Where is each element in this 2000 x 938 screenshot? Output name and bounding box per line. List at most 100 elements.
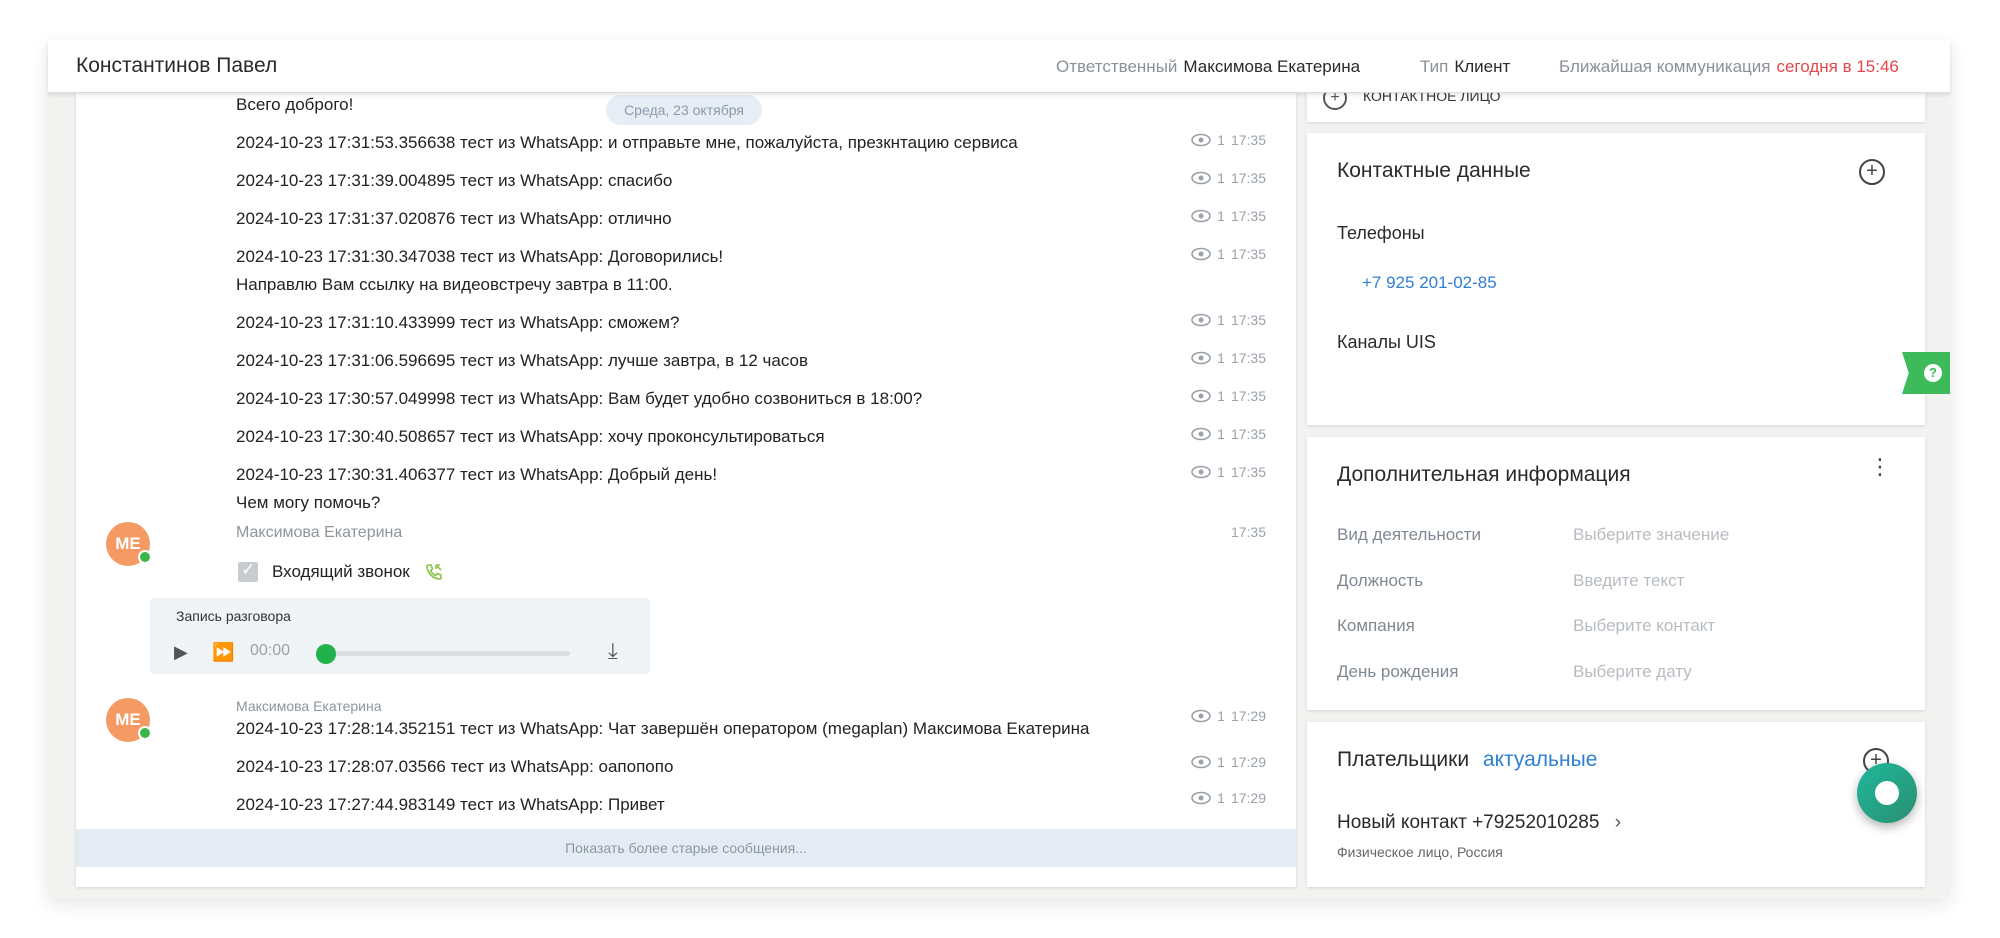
view-count: 1 [1217, 312, 1225, 328]
contact-data-card: Контактные данные + Телефоны +7 925 201-… [1307, 133, 1925, 425]
seek-track[interactable] [324, 651, 570, 656]
message-meta: 1 17:35 [1191, 388, 1266, 404]
view-count: 1 [1217, 754, 1225, 770]
message-author[interactable]: Максимова Екатерина [236, 524, 402, 542]
message-time: 17:35 [1230, 388, 1266, 404]
message-meta: 1 17:35 [1191, 246, 1266, 262]
next-communication-field[interactable]: Ближайшая коммуникация сегодня в 15:46 [1559, 57, 1899, 77]
avatar[interactable]: МЕ [106, 698, 152, 742]
message-text: 2024-10-23 17:28:07.03566 тест из WhatsA… [236, 757, 674, 776]
type-field[interactable]: Тип Клиент [1420, 57, 1510, 77]
type-value[interactable]: Клиент [1454, 57, 1510, 76]
question-icon: ? [1924, 364, 1942, 382]
phone-incoming-icon [425, 564, 442, 580]
call-checkbox[interactable] [238, 560, 258, 582]
play-icon[interactable]: ▶ [174, 642, 188, 663]
contact-header: Константинов Павел Ответственный Максимов… [48, 40, 1950, 93]
call-label: Входящий звонок [272, 562, 410, 581]
view-count: 1 [1217, 132, 1225, 148]
message-time: 17:35 [1230, 426, 1266, 442]
message-text: 2024-10-23 17:31:37.020876 тест из Whats… [236, 209, 672, 228]
view-count: 1 [1217, 350, 1225, 366]
message-meta: 1 17:29 [1191, 790, 1266, 806]
message-time: 17:35 [1230, 170, 1266, 186]
chat-widget-button[interactable] [1857, 763, 1917, 823]
eye-icon [1191, 209, 1211, 223]
eye-icon [1191, 465, 1211, 479]
view-count: 1 [1217, 388, 1225, 404]
message-time: 17:35 [1230, 312, 1266, 328]
message-text: 2024-10-23 17:31:53.356638 тест из Whats… [236, 133, 1018, 152]
plus-circle-icon[interactable]: + [1859, 159, 1885, 185]
show-older-messages-button[interactable]: Показать более старые сообщения... [76, 829, 1296, 867]
avatar-initials: МЕ [115, 710, 141, 729]
chevron-right-icon: › [1614, 812, 1622, 833]
view-count: 1 [1217, 708, 1225, 724]
call-recording-player: Запись разговора ▶ ⏩ 00:00 ⤓ [150, 598, 650, 674]
message-time: 17:35 [1230, 350, 1266, 366]
download-icon[interactable]: ⤓ [608, 638, 618, 664]
field-input-birthday[interactable]: Выберите дату [1573, 662, 1692, 682]
message-text: 2024-10-23 17:31:10.433999 тест из Whats… [236, 313, 680, 332]
message-text-line2: Чем могу помочь? [236, 493, 381, 512]
partial-message: Всего доброго! [236, 95, 354, 114]
message-text: 2024-10-23 17:28:14.352151 тест из Whats… [236, 719, 1090, 738]
vertical-dots-icon[interactable]: ⋮ [1869, 456, 1891, 478]
eye-icon [1191, 313, 1211, 327]
message-time: 17:35 [1231, 524, 1266, 540]
help-tab[interactable]: ? [1902, 352, 1950, 394]
type-label: Тип [1420, 57, 1449, 76]
payer-name: Новый контакт +79252010285 [1337, 812, 1600, 833]
payer-subtitle: Физическое лицо, Россия [1337, 844, 1503, 860]
fast-forward-icon[interactable]: ⏩ [212, 642, 234, 663]
payers-title: Плательщики [1337, 748, 1470, 771]
next-communication-value[interactable]: сегодня в 15:46 [1776, 57, 1898, 76]
date-separator: Среда, 23 октября [606, 95, 762, 125]
message-meta: 1 17:35 [1191, 426, 1266, 442]
message-time: 17:35 [1230, 246, 1266, 262]
chat-bubble-icon [1875, 781, 1899, 805]
online-status-dot [138, 726, 152, 740]
avatar[interactable]: МЕ [106, 522, 152, 566]
field-input-company[interactable]: Выберите контакт [1573, 616, 1715, 636]
message-meta: 1 17:35 [1191, 170, 1266, 186]
view-count: 1 [1217, 790, 1225, 806]
additional-info-title: Дополнительная информация [1337, 463, 1631, 486]
chat-feed[interactable]: Всего доброго! Среда, 23 октября 2024-10… [76, 92, 1296, 887]
message-meta: 1 17:35 [1191, 132, 1266, 148]
view-count: 1 [1217, 426, 1225, 442]
responsible-field[interactable]: Ответственный Максимова Екатерина [1056, 57, 1360, 77]
payers-card: Плательщики актуальные + Новый контакт +… [1307, 722, 1925, 887]
message-time: 17:35 [1230, 464, 1266, 480]
message-time: 17:35 [1230, 208, 1266, 224]
field-label-position: Должность [1337, 571, 1424, 590]
view-count: 1 [1217, 464, 1225, 480]
seek-handle[interactable] [316, 644, 336, 664]
message-time: 17:29 [1230, 754, 1266, 770]
payers-title-row: Плательщики актуальные [1337, 748, 1597, 772]
payer-item[interactable]: Новый контакт +79252010285 › [1337, 812, 1621, 834]
message-meta: 1 17:35 [1191, 350, 1266, 366]
eye-icon [1191, 389, 1211, 403]
message-meta: 1 17:35 [1191, 312, 1266, 328]
message-text: 2024-10-23 17:30:40.508657 тест из Whats… [236, 427, 825, 446]
phone-link[interactable]: +7 925 201-02-85 [1362, 273, 1497, 293]
field-label-activity: Вид деятельности [1337, 525, 1481, 544]
responsible-value[interactable]: Максимова Екатерина [1183, 57, 1360, 76]
eye-icon [1191, 791, 1211, 805]
eye-icon [1191, 133, 1211, 147]
eye-icon [1191, 351, 1211, 365]
contact-data-title: Контактные данные [1337, 159, 1531, 182]
message-text: 2024-10-23 17:31:30.347038 тест из Whats… [236, 247, 724, 266]
view-count: 1 [1217, 246, 1225, 262]
view-count: 1 [1217, 170, 1225, 186]
field-label-company: Компания [1337, 616, 1415, 635]
next-communication-label: Ближайшая коммуникация [1559, 57, 1771, 76]
field-input-position[interactable]: Введите текст [1573, 571, 1684, 591]
field-input-activity[interactable]: Выберите значение [1573, 525, 1729, 545]
message-meta: 1 17:35 [1191, 464, 1266, 480]
payers-filter-link[interactable]: актуальные [1483, 748, 1597, 771]
message-time: 17:29 [1230, 790, 1266, 806]
message-author[interactable]: Максимова Екатерина [236, 698, 382, 714]
call-time: 17:35 [1230, 524, 1266, 540]
